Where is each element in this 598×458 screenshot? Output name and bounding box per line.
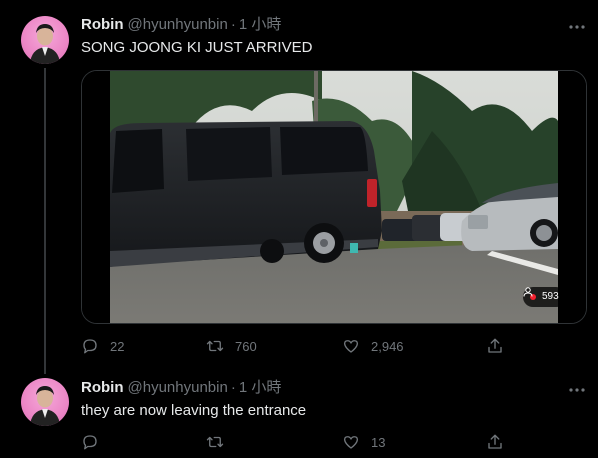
tweet-header: Robin @hyunhyunbin · 1 小時 [81,378,281,398]
separator: · [230,379,236,396]
reply-icon [83,339,97,354]
retweet-button[interactable] [206,430,235,454]
view-count-badge: 593 [523,287,566,307]
share-icon [488,434,502,449]
thread-line [44,68,46,374]
like-button[interactable]: 2,946 [342,334,404,358]
share-button[interactable] [486,430,504,454]
author-name[interactable]: Robin [81,16,124,33]
tweet-text: they are now leaving the entrance [81,402,307,419]
timestamp[interactable]: 1 小時 [239,16,282,33]
tweet-header: Robin @hyunhyunbin · 1 小時 [81,15,281,35]
tweet-actions: 13 [81,430,511,454]
reply-icon [83,435,97,450]
retweet-icon [206,340,224,352]
reply-button[interactable]: 22 [81,334,124,358]
tweet-text: SONG JOONG KI JUST ARRIVED [81,39,313,56]
share-button[interactable] [486,334,504,358]
separator: · [230,16,236,33]
avatar[interactable] [21,378,69,426]
view-count: 593 [542,291,559,302]
author-name[interactable]: Robin [81,379,124,396]
more-icon[interactable] [565,17,589,37]
retweet-count: 760 [235,338,257,354]
retweet-button[interactable]: 760 [206,334,257,358]
video-frame [82,71,586,323]
author-handle[interactable]: @hyunhyunbin [128,16,228,33]
tweet[interactable]: Robin @hyunhyunbin · 1 小時 they are now leav… [0,370,598,458]
like-count: 13 [371,434,386,450]
tweet-actions: 22 760 2,946 [81,334,511,358]
author-handle[interactable]: @hyunhyunbin [128,379,228,396]
share-icon [488,338,502,353]
avatar[interactable] [21,16,69,64]
reply-button[interactable] [81,430,110,454]
like-button[interactable]: 13 [342,430,385,454]
more-icon[interactable] [565,380,589,400]
timestamp[interactable]: 1 小時 [239,379,282,396]
like-icon [343,340,359,353]
tweet[interactable]: Robin @hyunhyunbin · 1 小時 SONG JOONG KI JUS… [0,0,598,374]
like-icon [343,436,359,449]
tweet-video[interactable]: 593 [81,70,587,324]
reply-count: 22 [110,338,125,354]
like-count: 2,946 [371,338,404,354]
retweet-icon [206,436,224,448]
